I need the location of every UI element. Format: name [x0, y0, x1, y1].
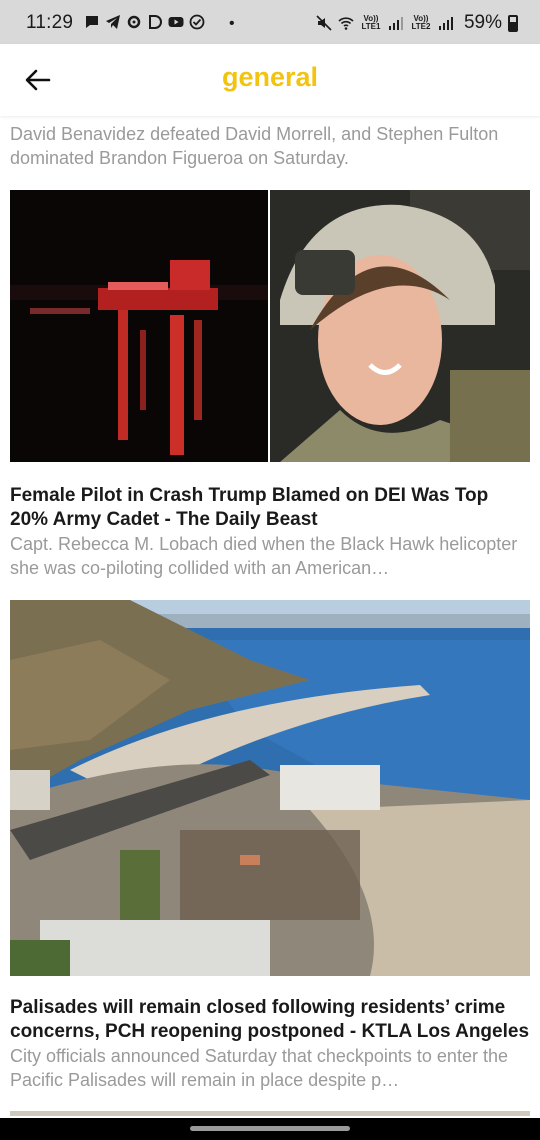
home-gesture-pill[interactable] [190, 1126, 350, 1131]
article-summary: Capt. Rebecca M. Lobach died when the Bl… [10, 534, 518, 578]
battery-icon [508, 14, 518, 32]
signal-1-label: Vo)) LTE1 [361, 14, 381, 31]
article-summary: City officials announced Saturday that c… [10, 1046, 508, 1090]
status-time: 11:29 [26, 12, 74, 33]
article-image [10, 190, 530, 462]
settings-cog-icon [127, 15, 141, 29]
article-image [10, 600, 530, 976]
mute-icon [316, 15, 332, 31]
news-feed[interactable]: David Benavidez defeated David Morrell, … [0, 116, 540, 1116]
app-bar: general [0, 44, 540, 116]
article-card[interactable]: Female Pilot in Crash Trump Blamed on DE… [10, 190, 530, 580]
youtube-icon [168, 17, 184, 27]
article-card[interactable]: Palisades will remain closed following r… [10, 600, 530, 1090]
telegram-icon [106, 15, 120, 29]
status-bar: 11:29 • Vo)) LTE1 Vo)) LTE2 59% [0, 0, 540, 44]
battery-percent: 59% [463, 12, 502, 33]
article-headline: Female Pilot in Crash Trump Blamed on DE… [10, 485, 489, 530]
article-image [10, 1111, 530, 1116]
article-card[interactable] [10, 1111, 530, 1116]
page-title: general [221, 62, 319, 92]
article-card[interactable]: David Benavidez defeated David Morrell, … [10, 116, 530, 170]
check-circle-icon [189, 14, 205, 30]
signal-2-icon [438, 17, 453, 30]
system-navigation-bar [0, 1118, 540, 1140]
system-icons: Vo)) LTE1 Vo)) LTE2 59% [316, 12, 518, 34]
article-photo [10, 600, 530, 976]
signal-2-label: Vo)) LTE2 [411, 14, 431, 31]
notification-icons [84, 14, 205, 30]
article-summary: David Benavidez defeated David Morrell, … [10, 124, 499, 168]
more-notifications-dot: • [229, 15, 235, 32]
article-headline: Palisades will remain closed following r… [10, 997, 530, 1042]
article-photo [10, 190, 530, 462]
signal-1-icon [388, 17, 403, 30]
app-d-icon [149, 15, 162, 29]
chat-icon [86, 16, 98, 28]
wifi-icon [338, 17, 354, 30]
